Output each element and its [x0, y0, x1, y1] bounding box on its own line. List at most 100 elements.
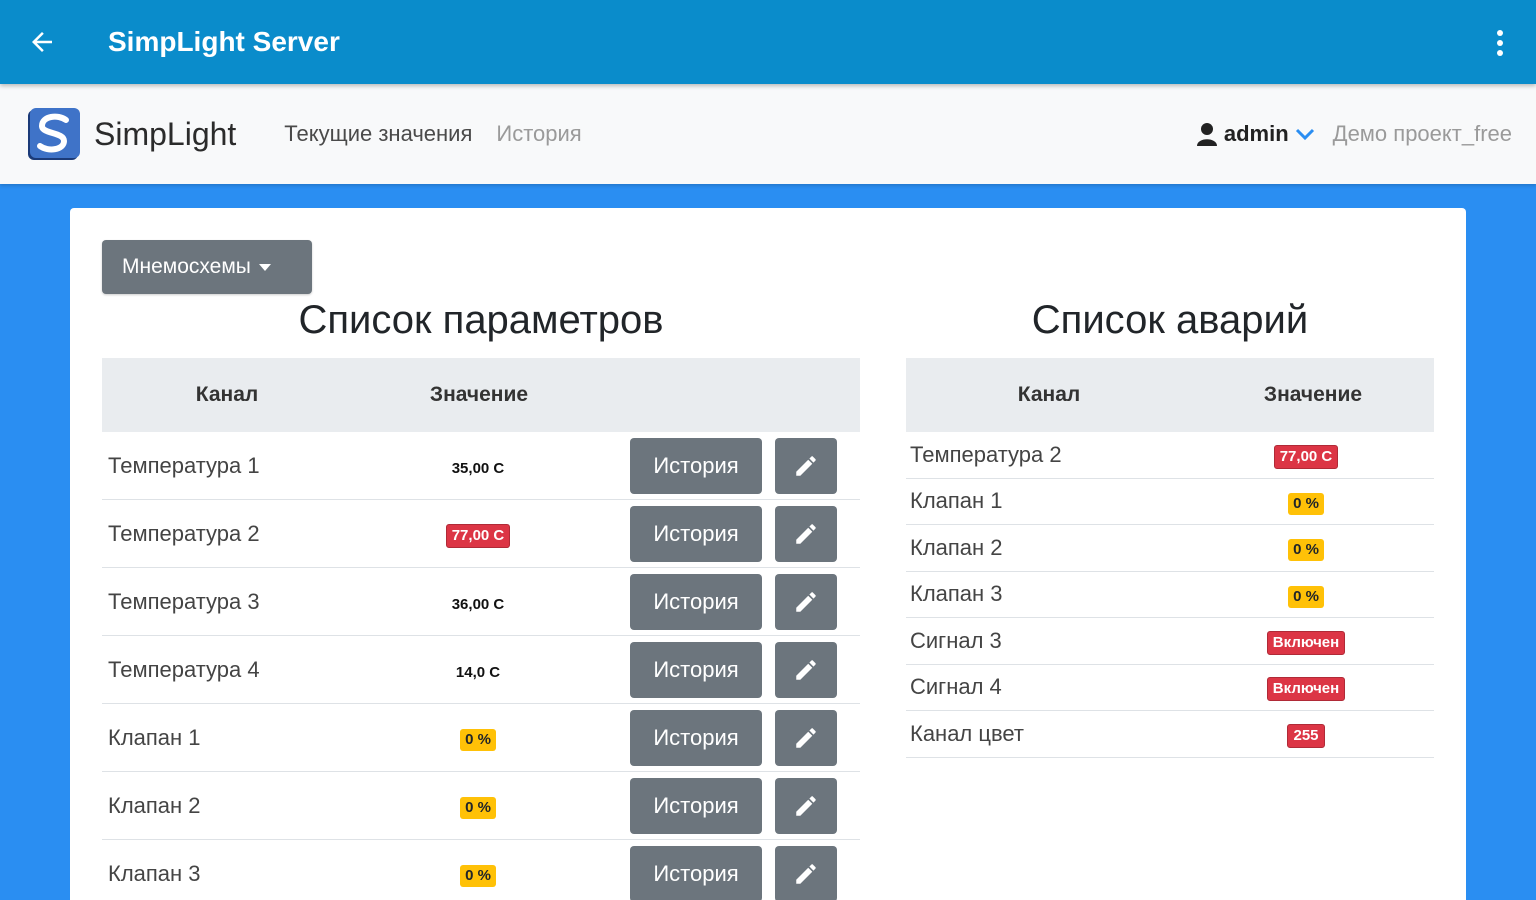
- value-text: 35,00 C: [451, 459, 505, 477]
- edit-button[interactable]: [775, 505, 837, 562]
- table-row: Температура 2 77,00 C: [906, 432, 1434, 479]
- more-vert-icon: [1497, 30, 1503, 56]
- table-row: Сигнал 3 Включен: [906, 618, 1434, 665]
- back-button[interactable]: [0, 0, 84, 84]
- edit-button[interactable]: [775, 437, 837, 494]
- value-badge: 0 %: [1288, 492, 1324, 515]
- channel-name: Температура 2: [108, 520, 260, 546]
- value-cell: 0 %: [378, 724, 578, 751]
- value-badge: 0 %: [1288, 585, 1324, 608]
- history-button[interactable]: История: [630, 505, 762, 562]
- actions-cell: История: [630, 709, 837, 766]
- edit-button[interactable]: [775, 845, 837, 900]
- table-row: Клапан 2 0 % История: [102, 772, 860, 840]
- table-row: Канал цвет 255: [906, 711, 1434, 758]
- alarms-table: Канал Значение Температура 2 77,00 C Клапа…: [906, 358, 1434, 758]
- channel-name: Температура 1: [108, 452, 260, 478]
- table-row: Температура 3 36,00 C История: [102, 568, 860, 636]
- project-name[interactable]: Демо проект_free: [1333, 121, 1512, 147]
- col-value: Значение: [429, 383, 529, 406]
- value-badge: Включен: [1266, 677, 1346, 702]
- nav-history[interactable]: История: [496, 121, 581, 147]
- params-table-header: Канал Значение: [102, 358, 860, 432]
- chevron-down-icon: [1295, 128, 1314, 141]
- channel-name: Температура 2: [910, 441, 1062, 467]
- col-channel: Канал: [1017, 383, 1081, 406]
- value-cell: 0 %: [378, 792, 578, 819]
- value-cell: Включен: [1178, 673, 1434, 702]
- value-badge: 0 %: [460, 729, 496, 751]
- edit-button[interactable]: [775, 777, 837, 834]
- actions-cell: История: [630, 573, 837, 630]
- channel-name: Клапан 2: [108, 792, 201, 818]
- value-cell: 0 %: [1178, 488, 1434, 515]
- history-button[interactable]: История: [630, 641, 762, 698]
- channel-name: Клапан 1: [108, 724, 201, 750]
- content-card: Мнемосхемы Список параметров Список авар…: [70, 208, 1466, 900]
- edit-button[interactable]: [775, 641, 837, 698]
- value-badge: 0 %: [460, 797, 496, 819]
- col-value: Значение: [1263, 383, 1363, 406]
- mnemonic-dropdown-button[interactable]: Мнемосхемы: [102, 240, 312, 294]
- overflow-menu-button[interactable]: [1482, 26, 1518, 60]
- value-badge: 77,00 C: [445, 523, 511, 548]
- user-menu[interactable]: admin: [1196, 121, 1315, 147]
- value-cell: 36,00 C: [378, 589, 578, 615]
- nav-current-values[interactable]: Текущие значения: [284, 121, 472, 147]
- table-row: Клапан 1 0 % История: [102, 704, 860, 772]
- channel-name: Сигнал 3: [910, 627, 1002, 653]
- channel-name: Температура 3: [108, 588, 260, 614]
- channel-name: Температура 4: [108, 656, 260, 682]
- caret-down-icon: [258, 263, 271, 271]
- value-cell: 77,00 C: [1178, 441, 1434, 469]
- channel-name: Клапан 2: [910, 534, 1003, 560]
- actions-cell: История: [630, 777, 837, 834]
- nav-right: admin Демо проект_free: [1196, 84, 1512, 184]
- history-button[interactable]: История: [630, 437, 762, 494]
- actions-cell: История: [630, 437, 837, 494]
- edit-button[interactable]: [775, 709, 837, 766]
- app-bar: SimpLight Server: [0, 0, 1536, 84]
- value-cell: Включен: [1178, 627, 1434, 655]
- value-badge: 0 %: [1288, 539, 1324, 562]
- value-badge: 255: [1287, 723, 1325, 748]
- brand[interactable]: SimpLight: [26, 106, 236, 162]
- value-badge: 77,00 C: [1273, 444, 1339, 469]
- value-cell: 255: [1178, 720, 1434, 748]
- table-row: Температура 1 35,00 C История: [102, 432, 860, 500]
- history-button[interactable]: История: [630, 777, 762, 834]
- edit-button[interactable]: [775, 573, 837, 630]
- table-row: Клапан 2 0 %: [906, 525, 1434, 572]
- table-row: Клапан 3 0 % История: [102, 840, 860, 900]
- table-row: Клапан 3 0 %: [906, 572, 1434, 618]
- site-navbar: SimpLight Текущие значения История admin…: [0, 84, 1536, 184]
- arrow-left-icon: [32, 32, 52, 52]
- alarms-table-body: Температура 2 77,00 C Клапан 1 0 % Клапан 2 0…: [906, 432, 1434, 758]
- simplight-logo-icon: [28, 108, 80, 160]
- user-icon: [1196, 123, 1217, 146]
- value-badge: Включен: [1266, 630, 1346, 655]
- actions-cell: История: [630, 505, 837, 562]
- history-button[interactable]: История: [630, 573, 762, 630]
- params-title: Список параметров: [298, 298, 664, 342]
- pencil-icon: [796, 863, 816, 884]
- table-row: Сигнал 4 Включен: [906, 665, 1434, 711]
- table-row: Температура 4 14,0 C История: [102, 636, 860, 704]
- channel-name: Канал цвет: [910, 720, 1025, 746]
- table-row: Температура 2 77,00 C История: [102, 500, 860, 568]
- value-cell: 14,0 C: [378, 657, 578, 683]
- value-cell: 0 %: [1178, 581, 1434, 608]
- value-cell: 0 %: [1178, 534, 1434, 562]
- pencil-icon: [796, 795, 816, 816]
- pencil-icon: [796, 523, 816, 544]
- history-button[interactable]: История: [630, 709, 762, 766]
- channel-name: Клапан 3: [910, 581, 1003, 607]
- channel-name: Клапан 1: [910, 488, 1003, 514]
- alarms-title: Список аварий: [1031, 298, 1309, 342]
- channel-name: Клапан 3: [108, 860, 201, 886]
- history-button[interactable]: История: [630, 845, 762, 900]
- pencil-icon: [796, 727, 816, 748]
- dropdown-label: Мнемосхемы: [122, 255, 251, 278]
- value-text: 14,0 C: [455, 663, 501, 681]
- params-table: Канал Значение Температура 1 35,00 C Истор…: [102, 358, 860, 900]
